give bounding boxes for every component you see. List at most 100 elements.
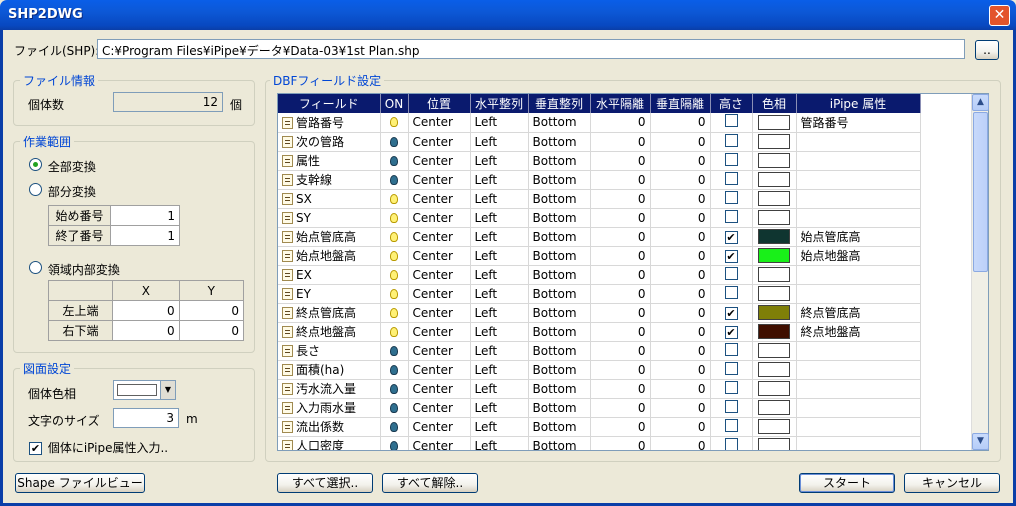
table-row[interactable]: 始点管底高 Center Left Bottom 0 0 ✔ 始点管底高 xyxy=(278,227,921,247)
h-align-cell[interactable]: Left xyxy=(470,151,529,171)
close-button[interactable]: ✕ xyxy=(989,5,1010,26)
file-path-input[interactable]: C:¥Program Files¥iPipe¥データ¥Data-03¥1st P… xyxy=(97,39,965,59)
grid-header-6[interactable]: 垂直隔離 xyxy=(650,94,711,113)
height-checkbox[interactable] xyxy=(724,171,738,185)
on-toggle-cell[interactable] xyxy=(380,113,409,133)
v-spacing-cell[interactable]: 0 xyxy=(650,417,711,437)
h-align-cell[interactable]: Left xyxy=(470,113,529,133)
ipipe-attr-cell[interactable] xyxy=(796,436,921,450)
dbf-field-grid[interactable]: フィールド ON 位置 水平整列 垂直整列 水平隔離 垂直隔離 高さ 色相 iPipe 属性 管路… xyxy=(277,93,989,451)
field-name-cell[interactable]: EY xyxy=(278,284,381,304)
h-align-cell[interactable]: Left xyxy=(470,208,529,228)
height-checkbox[interactable] xyxy=(724,209,738,223)
position-cell[interactable]: Center xyxy=(408,189,471,209)
on-toggle-cell[interactable] xyxy=(380,360,409,380)
h-spacing-cell[interactable]: 0 xyxy=(590,208,651,228)
bulb-on-icon[interactable] xyxy=(390,326,398,337)
field-name-cell[interactable]: 長さ xyxy=(278,341,381,361)
h-spacing-cell[interactable]: 0 xyxy=(590,436,651,450)
color-cell[interactable] xyxy=(752,322,797,342)
radio-region[interactable]: 領域内部変換 xyxy=(29,261,120,278)
shape-viewer-button[interactable]: Shape ファイルビュー xyxy=(15,473,145,493)
height-cell[interactable] xyxy=(710,265,753,285)
color-swatch[interactable] xyxy=(758,419,790,434)
ipipe-attr-cell[interactable] xyxy=(796,417,921,437)
on-toggle-cell[interactable] xyxy=(380,208,409,228)
table-row[interactable]: 入力雨水量 Center Left Bottom 0 0 xyxy=(278,398,921,418)
bulb-off-icon[interactable] xyxy=(390,345,398,356)
text-size-input[interactable]: 3 xyxy=(113,408,179,428)
grid-header-4[interactable]: 垂直整列 xyxy=(528,94,591,113)
height-cell[interactable]: ✔ xyxy=(710,303,753,323)
height-cell[interactable]: ✔ xyxy=(710,322,753,342)
v-spacing-cell[interactable]: 0 xyxy=(650,303,711,323)
v-align-cell[interactable]: Bottom xyxy=(528,265,591,285)
position-cell[interactable]: Center xyxy=(408,208,471,228)
table-row[interactable]: 長さ Center Left Bottom 0 0 xyxy=(278,341,921,361)
h-spacing-cell[interactable]: 0 xyxy=(590,417,651,437)
h-spacing-cell[interactable]: 0 xyxy=(590,132,651,152)
v-spacing-cell[interactable]: 0 xyxy=(650,246,711,266)
v-spacing-cell[interactable]: 0 xyxy=(650,360,711,380)
color-swatch[interactable] xyxy=(758,324,790,339)
color-swatch[interactable] xyxy=(758,343,790,358)
deselect-all-button[interactable]: すべて解除.. xyxy=(382,473,478,493)
field-name-cell[interactable]: 入力雨水量 xyxy=(278,398,381,418)
v-align-cell[interactable]: Bottom xyxy=(528,417,591,437)
table-row[interactable]: SY Center Left Bottom 0 0 xyxy=(278,208,921,228)
ipipe-attr-cell[interactable] xyxy=(796,398,921,418)
color-cell[interactable] xyxy=(752,227,797,247)
v-align-cell[interactable]: Bottom xyxy=(528,436,591,450)
field-name-cell[interactable]: 始点地盤高 xyxy=(278,246,381,266)
grid-header-3[interactable]: 水平整列 xyxy=(470,94,529,113)
radio-partial-indicator[interactable] xyxy=(29,183,42,196)
color-cell[interactable] xyxy=(752,303,797,323)
table-row[interactable]: 支幹線 Center Left Bottom 0 0 xyxy=(278,170,921,190)
bulb-off-icon[interactable] xyxy=(390,155,398,166)
height-checkbox[interactable] xyxy=(724,266,738,280)
on-toggle-cell[interactable] xyxy=(380,265,409,285)
h-align-cell[interactable]: Left xyxy=(470,360,529,380)
bulb-on-icon[interactable] xyxy=(390,288,398,299)
color-cell[interactable] xyxy=(752,132,797,152)
ipipe-attr-cell[interactable] xyxy=(796,189,921,209)
on-toggle-cell[interactable] xyxy=(380,227,409,247)
start-button[interactable]: スタート xyxy=(799,473,895,493)
on-toggle-cell[interactable] xyxy=(380,322,409,342)
color-swatch[interactable] xyxy=(758,400,790,415)
v-align-cell[interactable]: Bottom xyxy=(528,170,591,190)
ipipe-attr-cell[interactable] xyxy=(796,208,921,228)
grid-header-2[interactable]: 位置 xyxy=(408,94,471,113)
field-name-cell[interactable]: 管路番号 xyxy=(278,113,381,133)
height-cell[interactable] xyxy=(710,189,753,209)
v-spacing-cell[interactable]: 0 xyxy=(650,151,711,171)
ipipe-attr-cell[interactable] xyxy=(796,341,921,361)
cancel-button[interactable]: キャンセル xyxy=(904,473,1000,493)
h-align-cell[interactable]: Left xyxy=(470,246,529,266)
position-cell[interactable]: Center xyxy=(408,398,471,418)
h-align-cell[interactable]: Left xyxy=(470,284,529,304)
color-swatch[interactable] xyxy=(758,153,790,168)
table-row[interactable]: 面積(ha) Center Left Bottom 0 0 xyxy=(278,360,921,380)
h-spacing-cell[interactable]: 0 xyxy=(590,246,651,266)
v-align-cell[interactable]: Bottom xyxy=(528,227,591,247)
color-cell[interactable] xyxy=(752,170,797,190)
table-row[interactable]: 終点管底高 Center Left Bottom 0 0 ✔ 終点管底高 xyxy=(278,303,921,323)
height-checkbox[interactable] xyxy=(724,285,738,299)
height-cell[interactable] xyxy=(710,151,753,171)
h-align-cell[interactable]: Left xyxy=(470,227,529,247)
h-spacing-cell[interactable]: 0 xyxy=(590,322,651,342)
height-checkbox[interactable] xyxy=(724,190,738,204)
position-cell[interactable]: Center xyxy=(408,322,471,342)
h-spacing-cell[interactable]: 0 xyxy=(590,170,651,190)
height-cell[interactable] xyxy=(710,132,753,152)
v-align-cell[interactable]: Bottom xyxy=(528,398,591,418)
color-cell[interactable] xyxy=(752,398,797,418)
radio-all-indicator[interactable] xyxy=(29,158,42,171)
h-align-cell[interactable]: Left xyxy=(470,379,529,399)
height-checkbox[interactable]: ✔ xyxy=(724,230,738,244)
field-name-cell[interactable]: 汚水流入量 xyxy=(278,379,381,399)
height-checkbox[interactable] xyxy=(724,399,738,413)
v-spacing-cell[interactable]: 0 xyxy=(650,436,711,450)
h-spacing-cell[interactable]: 0 xyxy=(590,227,651,247)
